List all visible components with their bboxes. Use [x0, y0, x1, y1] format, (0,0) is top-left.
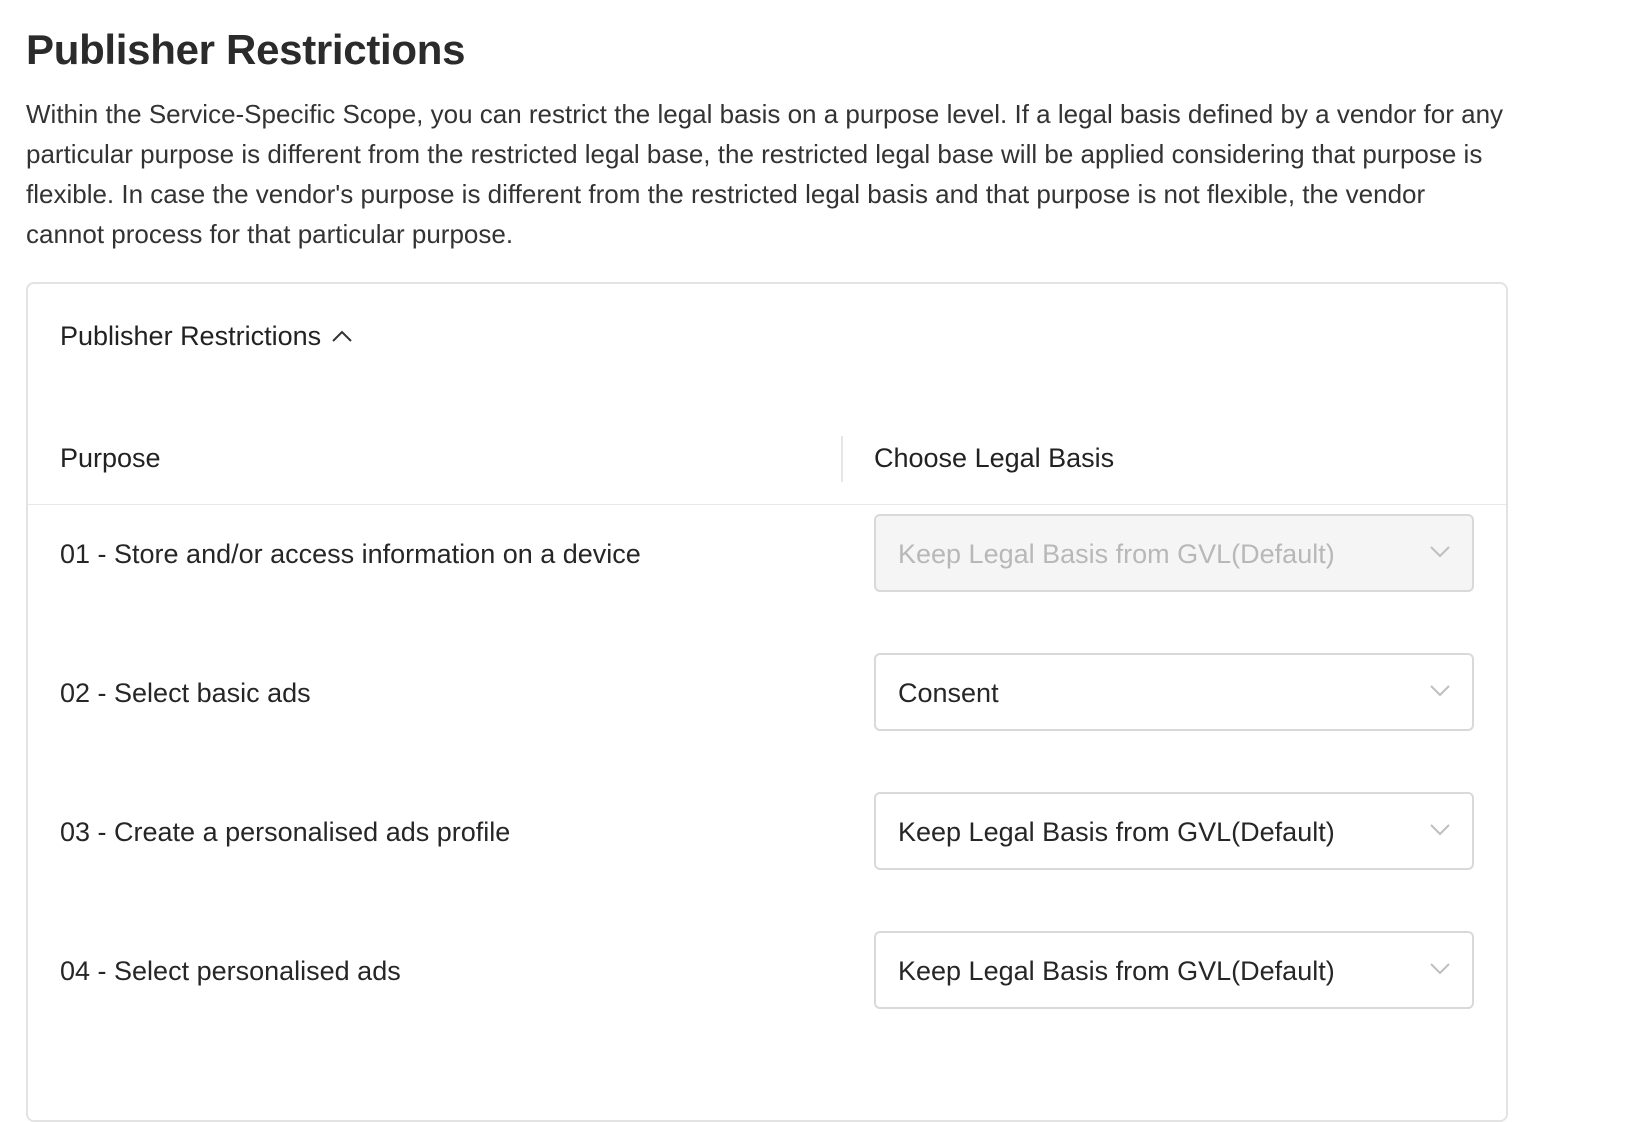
chevron-down-icon — [1430, 685, 1450, 697]
select-value: Consent — [898, 678, 999, 708]
column-divider — [841, 436, 843, 482]
legal-basis-select-04[interactable]: Keep Legal Basis from GVL(Default) — [874, 931, 1474, 1009]
chevron-up-icon — [332, 330, 352, 342]
legal-basis-select-03[interactable]: Keep Legal Basis from GVL(Default) — [874, 792, 1474, 870]
table-row: 03 - Create a personalised ads profile K… — [28, 792, 1506, 872]
publisher-restrictions-card: Publisher Restrictions Purpose Choose Le… — [26, 282, 1508, 1122]
table-row: 04 - Select personalised ads Keep Legal … — [28, 931, 1506, 1011]
publisher-restrictions-toggle[interactable]: Publisher Restrictions — [60, 318, 355, 354]
purpose-label: 03 - Create a personalised ads profile — [60, 817, 511, 847]
select-value: Keep Legal Basis from GVL(Default) — [898, 956, 1335, 986]
page-title: Publisher Restrictions — [26, 26, 466, 73]
purpose-label: 01 - Store and/or access information on … — [60, 539, 641, 569]
legal-basis-select-01: Keep Legal Basis from GVL(Default) — [874, 514, 1474, 592]
card-title: Publisher Restrictions — [60, 321, 322, 351]
select-value: Keep Legal Basis from GVL(Default) — [898, 539, 1335, 569]
legal-basis-select-02[interactable]: Consent — [874, 653, 1474, 731]
table-row: 02 - Select basic ads Consent — [28, 653, 1506, 733]
chevron-down-icon — [1430, 546, 1450, 558]
column-header-purpose: Purpose — [60, 443, 161, 473]
purpose-label: 04 - Select personalised ads — [60, 956, 401, 986]
column-header-legal-basis: Choose Legal Basis — [874, 443, 1115, 473]
select-value: Keep Legal Basis from GVL(Default) — [898, 817, 1335, 847]
table-row: 01 - Store and/or access information on … — [28, 514, 1506, 594]
page-description: Within the Service-Specific Scope, you c… — [26, 99, 1504, 249]
table-header: Purpose Choose Legal Basis — [28, 412, 1506, 505]
chevron-down-icon — [1430, 824, 1450, 836]
chevron-down-icon — [1430, 963, 1450, 975]
purpose-label: 02 - Select basic ads — [60, 678, 311, 708]
